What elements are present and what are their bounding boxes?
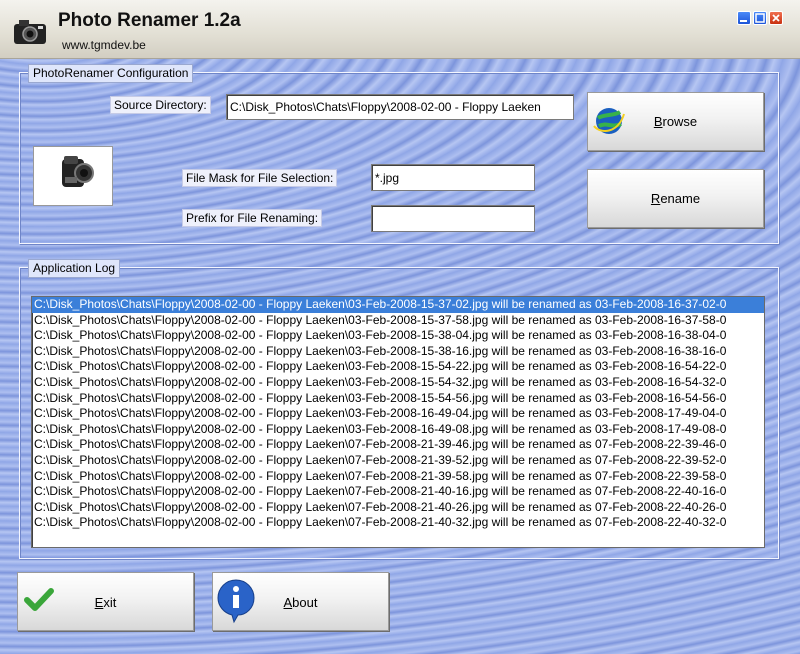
log-line[interactable]: C:\Disk_Photos\Chats\Floppy\2008-02-00 -… — [32, 359, 764, 375]
log-line[interactable]: C:\Disk_Photos\Chats\Floppy\2008-02-00 -… — [32, 328, 764, 344]
log-line[interactable]: C:\Disk_Photos\Chats\Floppy\2008-02-00 -… — [32, 375, 764, 391]
maximize-icon — [755, 13, 765, 23]
browse-button[interactable]: Browse — [587, 92, 764, 151]
minimize-button[interactable] — [737, 11, 751, 25]
log-line[interactable]: C:\Disk_Photos\Chats\Floppy\2008-02-00 -… — [32, 422, 764, 438]
file-mask-input[interactable] — [371, 164, 535, 191]
log-line[interactable]: C:\Disk_Photos\Chats\Floppy\2008-02-00 -… — [32, 453, 764, 469]
rename-label: Rename — [650, 191, 701, 206]
prefix-input[interactable] — [371, 205, 535, 232]
log-line[interactable]: C:\Disk_Photos\Chats\Floppy\2008-02-00 -… — [32, 313, 764, 329]
log-line[interactable]: C:\Disk_Photos\Chats\Floppy\2008-02-00 -… — [32, 500, 764, 516]
log-line[interactable]: C:\Disk_Photos\Chats\Floppy\2008-02-00 -… — [32, 437, 764, 453]
application-log-legend: Application Log — [28, 259, 121, 278]
log-line[interactable]: C:\Disk_Photos\Chats\Floppy\2008-02-00 -… — [32, 469, 764, 485]
browse-label: Browse — [653, 114, 698, 129]
exit-label: Exit — [94, 595, 117, 610]
exit-button[interactable]: Exit — [17, 572, 194, 631]
close-icon — [772, 14, 780, 22]
log-line[interactable]: C:\Disk_Photos\Chats\Floppy\2008-02-00 -… — [32, 297, 764, 313]
maximize-button[interactable] — [753, 11, 767, 25]
camera-icon — [12, 14, 52, 48]
log-line[interactable]: C:\Disk_Photos\Chats\Floppy\2008-02-00 -… — [32, 484, 764, 500]
camera-icon — [62, 156, 94, 187]
camera-image — [33, 146, 113, 206]
rename-button[interactable]: Rename — [587, 169, 764, 228]
configuration-legend: PhotoRenamer Configuration — [28, 64, 194, 83]
log-line[interactable]: C:\Disk_Photos\Chats\Floppy\2008-02-00 -… — [32, 344, 764, 360]
app-title: Photo Renamer 1.2a — [58, 10, 241, 31]
log-line[interactable]: C:\Disk_Photos\Chats\Floppy\2008-02-00 -… — [32, 391, 764, 407]
about-label: About — [283, 595, 318, 610]
minimize-icon — [740, 20, 747, 22]
photo-renamer-window: Photo Renamer 1.2a www.tgmdev.be PhotoRe… — [0, 0, 800, 654]
log-line[interactable]: C:\Disk_Photos\Chats\Floppy\2008-02-00 -… — [32, 515, 764, 531]
prefix-label: Prefix for File Renaming: — [182, 209, 323, 227]
title-bar: Photo Renamer 1.2a www.tgmdev.be — [0, 0, 800, 59]
file-mask-label: File Mask for File Selection: — [182, 169, 338, 187]
app-url: www.tgmdev.be — [62, 38, 146, 52]
close-button[interactable] — [769, 11, 783, 25]
source-directory-label: Source Directory: — [110, 96, 211, 114]
application-log-list[interactable]: C:\Disk_Photos\Chats\Floppy\2008-02-00 -… — [31, 296, 765, 548]
about-button[interactable]: About — [212, 572, 389, 631]
source-directory-input[interactable] — [226, 94, 574, 120]
log-line[interactable]: C:\Disk_Photos\Chats\Floppy\2008-02-00 -… — [32, 406, 764, 422]
